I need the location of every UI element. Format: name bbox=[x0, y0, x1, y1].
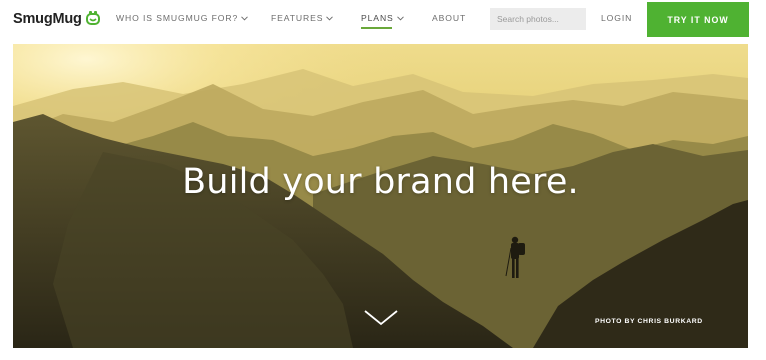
nav-about[interactable]: ABOUT bbox=[432, 13, 466, 23]
nav-who-label: WHO IS SMUGMUG FOR? bbox=[116, 13, 239, 23]
nav-who-is-smugmug-for[interactable]: WHO IS SMUGMUG FOR? bbox=[116, 13, 248, 23]
nav-about-label: ABOUT bbox=[432, 13, 467, 23]
chevron-down-icon bbox=[396, 15, 404, 21]
active-nav-indicator bbox=[361, 27, 392, 29]
nav-features[interactable]: FEATURES bbox=[271, 13, 334, 23]
login-link[interactable]: LOGIN bbox=[601, 13, 632, 23]
top-nav: SmugMug WHO IS SMUGMUG FOR? FEATURES PLA… bbox=[0, 0, 766, 40]
search-input[interactable] bbox=[490, 8, 586, 30]
hero-headline: Build your brand here. bbox=[182, 162, 579, 202]
chevron-down-icon bbox=[326, 15, 334, 21]
photo-credit: PHOTO BY CHRIS BURKARD bbox=[595, 318, 703, 325]
nav-features-label: FEATURES bbox=[271, 13, 324, 23]
nav-plans[interactable]: PLANS bbox=[361, 13, 404, 23]
nav-plans-label: PLANS bbox=[361, 13, 394, 23]
logo-wordmark: SmugMug bbox=[13, 11, 82, 27]
try-it-now-button[interactable]: TRY IT NOW bbox=[647, 2, 749, 37]
login-label: LOGIN bbox=[601, 13, 633, 23]
cta-label: TRY IT NOW bbox=[667, 14, 729, 25]
smugmug-logo[interactable]: SmugMug bbox=[13, 9, 100, 29]
chevron-down-icon bbox=[241, 15, 248, 21]
smile-logo-icon bbox=[85, 11, 100, 25]
hero-banner: Build your brand here. PHOTO BY CHRIS BU… bbox=[13, 44, 748, 348]
chevron-down-icon[interactable] bbox=[363, 308, 399, 328]
